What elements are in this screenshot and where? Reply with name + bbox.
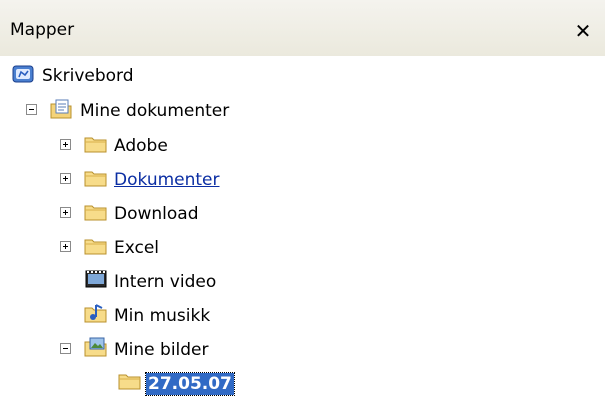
folder-icon (84, 171, 107, 187)
folder-icon (84, 137, 107, 153)
tree-label-27-05-07[interactable]: 27.05.07 (145, 372, 235, 396)
folder-icon (118, 374, 141, 390)
expand-toggle-dokumenter[interactable] (60, 173, 71, 184)
expand-toggle-download[interactable] (60, 207, 71, 218)
tree-label-dokumenter[interactable]: Dokumenter (112, 169, 222, 191)
expand-toggle-excel[interactable] (60, 241, 71, 252)
tree-item-intern-video[interactable]: Intern video (0, 264, 280, 296)
tree-item-excel[interactable]: Excel (0, 230, 250, 262)
tree-label-desktop[interactable]: Skrivebord (40, 65, 136, 87)
documents-folder-icon (50, 99, 72, 119)
folder-tree: Skrivebord Mine dokumenter Adobe Dokumen… (0, 0, 605, 396)
tree-label-intern-video[interactable]: Intern video (112, 271, 218, 293)
folder-icon (84, 239, 107, 255)
tree-label-adobe[interactable]: Adobe (112, 135, 170, 157)
expand-toggle-adobe[interactable] (60, 139, 71, 150)
tree-label-excel[interactable]: Excel (112, 237, 161, 259)
video-folder-icon (85, 270, 107, 288)
tree-label-download[interactable]: Download (112, 203, 201, 225)
desktop-icon (12, 65, 34, 83)
tree-item-27-05-07[interactable]: 27.05.07 (0, 366, 280, 398)
music-folder-icon (84, 304, 107, 323)
tree-item-min-musikk[interactable]: Min musikk (0, 298, 280, 330)
tree-item-desktop[interactable]: Skrivebord (0, 60, 250, 92)
folder-icon (84, 205, 107, 221)
tree-label-my-documents[interactable]: Mine dokumenter (78, 100, 231, 122)
tree-item-download[interactable]: Download (0, 196, 250, 228)
tree-label-mine-bilder[interactable]: Mine bilder (112, 339, 211, 361)
tree-item-my-documents[interactable]: Mine dokumenter (0, 93, 300, 125)
tree-item-dokumenter[interactable]: Dokumenter (0, 162, 280, 194)
pictures-folder-icon (84, 337, 107, 357)
tree-item-mine-bilder[interactable]: Mine bilder (0, 332, 280, 364)
collapse-toggle-mine-bilder[interactable] (60, 343, 71, 354)
tree-label-min-musikk[interactable]: Min musikk (112, 305, 212, 327)
tree-item-adobe[interactable]: Adobe (0, 128, 250, 160)
collapse-toggle-my-documents[interactable] (26, 104, 37, 115)
